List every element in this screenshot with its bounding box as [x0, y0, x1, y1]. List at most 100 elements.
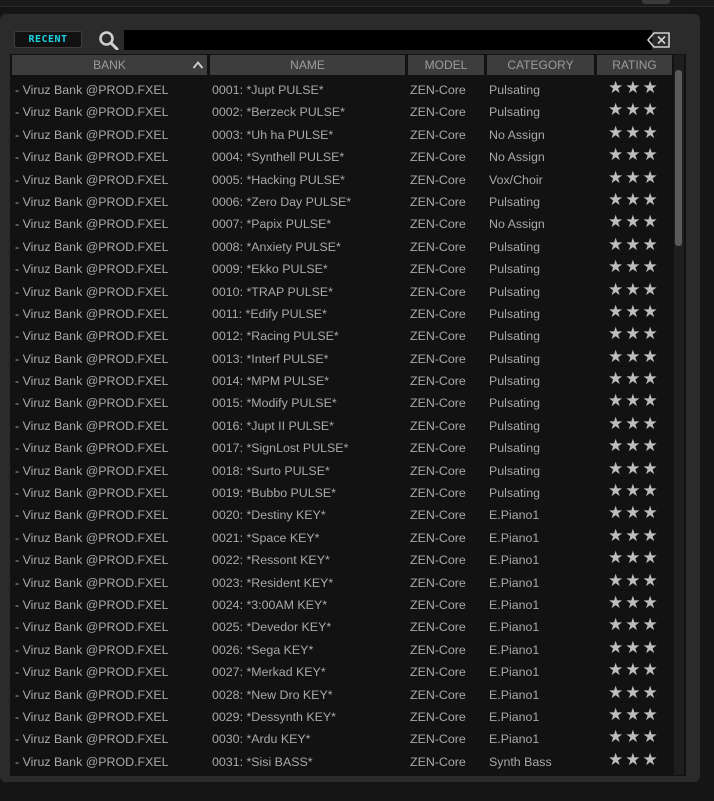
scrollbar-thumb[interactable]: [675, 70, 682, 246]
rating-stars-icon[interactable]: ★★★: [608, 547, 668, 569]
name-cell: 0008: *Anxiety PULSE*: [212, 239, 341, 254]
category-cell: Pulsating: [489, 105, 540, 120]
table-row[interactable]: - Viruz Bank @PROD.FXEL 0003: *Uh ha PULS…: [10, 122, 672, 146]
model-cell: ZEN-Core: [410, 172, 466, 187]
rating-stars-icon[interactable]: ★★★: [608, 413, 668, 435]
search-icon[interactable]: [98, 30, 120, 50]
table-row[interactable]: - Viruz Bank @PROD.FXEL 0014: *MPM PULSE*…: [10, 368, 672, 392]
rating-stars-icon[interactable]: ★★★: [608, 189, 668, 211]
rating-stars-icon[interactable]: ★★★: [608, 682, 668, 704]
table-row[interactable]: - Viruz Bank @PROD.FXEL 0011: *Edify PULS…: [10, 301, 672, 325]
bank-cell: - Viruz Bank @PROD.FXEL: [15, 709, 169, 724]
table-row[interactable]: - Viruz Bank @PROD.FXEL 0019: *Bubbo PULS…: [10, 480, 672, 504]
table-row[interactable]: - Viruz Bank @PROD.FXEL 0004: *Synthell P…: [10, 144, 672, 168]
table-row[interactable]: - Viruz Bank @PROD.FXEL 0017: *SignLost P…: [10, 435, 672, 459]
rating-stars-icon[interactable]: ★★★: [608, 211, 668, 233]
rating-stars-icon[interactable]: ★★★: [608, 323, 668, 345]
table-row[interactable]: - Viruz Bank @PROD.FXEL 0009: *Ekko PULSE…: [10, 256, 672, 280]
rating-stars-icon[interactable]: ★★★: [608, 77, 668, 99]
name-cell: 0025: *Devedor KEY*: [212, 620, 332, 635]
patch-browser-panel: RECENT BANK NAME MODEL CATEGORY RATING -…: [0, 14, 700, 782]
rating-stars-icon[interactable]: ★★★: [608, 749, 668, 771]
bank-cell: - Viruz Bank @PROD.FXEL: [15, 508, 169, 523]
table-row[interactable]: - Viruz Bank @PROD.FXEL 0023: *Resident K…: [10, 570, 672, 594]
table-row[interactable]: - Viruz Bank @PROD.FXEL 0007: *Papix PULS…: [10, 211, 672, 235]
table-row[interactable]: - Viruz Bank @PROD.FXEL 0021: *Space KEY*…: [10, 525, 672, 549]
table-row[interactable]: - Viruz Bank @PROD.FXEL 0028: *New Dro KE…: [10, 682, 672, 706]
rating-stars-icon[interactable]: ★★★: [608, 279, 668, 301]
rating-stars-icon[interactable]: ★★★: [608, 592, 668, 614]
bank-cell: - Viruz Bank @PROD.FXEL: [15, 597, 169, 612]
category-cell: Pulsating: [489, 239, 540, 254]
model-cell: ZEN-Core: [410, 508, 466, 523]
top-corner-handle: [642, 0, 670, 4]
rating-stars-icon[interactable]: ★★★: [608, 458, 668, 480]
model-cell: ZEN-Core: [410, 642, 466, 657]
rating-stars-icon[interactable]: ★★★: [608, 301, 668, 323]
table-row[interactable]: - Viruz Bank @PROD.FXEL 0013: *Interf PUL…: [10, 346, 672, 370]
table-row[interactable]: - Viruz Bank @PROD.FXEL 0026: *Sega KEY* Z…: [10, 637, 672, 661]
rating-stars-icon[interactable]: ★★★: [608, 368, 668, 390]
category-cell: E.Piano1: [489, 508, 540, 523]
backspace-clear-icon[interactable]: [646, 31, 672, 49]
model-cell: ZEN-Core: [410, 150, 466, 165]
rating-stars-icon[interactable]: ★★★: [608, 614, 668, 636]
table-row[interactable]: - Viruz Bank @PROD.FXEL 0001: *Jupt PULSE…: [10, 77, 672, 101]
window-top-bar: [0, 0, 714, 7]
column-header-bank[interactable]: BANK: [12, 55, 207, 75]
category-cell: Pulsating: [489, 329, 540, 344]
table-row[interactable]: - Viruz Bank @PROD.FXEL 0018: *Surto PULS…: [10, 458, 672, 482]
table-row[interactable]: - Viruz Bank @PROD.FXEL 0022: *Ressont KE…: [10, 547, 672, 571]
rating-stars-icon[interactable]: ★★★: [608, 570, 668, 592]
bank-cell: - Viruz Bank @PROD.FXEL: [15, 620, 169, 635]
category-cell: Pulsating: [489, 374, 540, 389]
table-row[interactable]: - Viruz Bank @PROD.FXEL 0020: *Destiny KE…: [10, 502, 672, 526]
rating-stars-icon[interactable]: ★★★: [608, 144, 668, 166]
column-header-name[interactable]: NAME: [210, 55, 405, 75]
name-cell: 0027: *Merkad KEY*: [212, 665, 326, 680]
table-row[interactable]: - Viruz Bank @PROD.FXEL 0008: *Anxiety PU…: [10, 234, 672, 258]
rating-stars-icon[interactable]: ★★★: [608, 234, 668, 256]
table-row[interactable]: - Viruz Bank @PROD.FXEL 0002: *Berzeck PU…: [10, 99, 672, 123]
rating-stars-icon[interactable]: ★★★: [608, 525, 668, 547]
rating-stars-icon[interactable]: ★★★: [608, 637, 668, 659]
rating-stars-icon[interactable]: ★★★: [608, 99, 668, 121]
table-row[interactable]: - Viruz Bank @PROD.FXEL 0005: *Hacking PU…: [10, 167, 672, 191]
name-cell: 0028: *New Dro KEY*: [212, 687, 333, 702]
rating-stars-icon[interactable]: ★★★: [608, 256, 668, 278]
rating-stars-icon[interactable]: ★★★: [608, 502, 668, 524]
column-header-model[interactable]: MODEL: [408, 55, 484, 75]
model-cell: ZEN-Core: [410, 530, 466, 545]
rating-stars-icon[interactable]: ★★★: [608, 346, 668, 368]
rating-stars-icon[interactable]: ★★★: [608, 659, 668, 681]
rating-stars-icon[interactable]: ★★★: [608, 167, 668, 189]
rating-stars-icon[interactable]: ★★★: [608, 122, 668, 144]
model-cell: ZEN-Core: [410, 127, 466, 142]
recent-button[interactable]: RECENT: [14, 31, 82, 48]
table-row[interactable]: - Viruz Bank @PROD.FXEL 0029: *Dessynth K…: [10, 704, 672, 728]
rating-stars-icon[interactable]: ★★★: [608, 435, 668, 457]
table-row[interactable]: - Viruz Bank @PROD.FXEL 0015: *Modify PUL…: [10, 390, 672, 414]
model-cell: ZEN-Core: [410, 597, 466, 612]
rating-stars-icon[interactable]: ★★★: [608, 704, 668, 726]
table-row[interactable]: - Viruz Bank @PROD.FXEL 0016: *Jupt II PU…: [10, 413, 672, 437]
rating-stars-icon[interactable]: ★★★: [608, 480, 668, 502]
category-cell: E.Piano1: [489, 620, 540, 635]
vertical-scrollbar[interactable]: [674, 55, 684, 775]
column-header-category[interactable]: CATEGORY: [487, 55, 594, 75]
column-header-rating[interactable]: RATING: [597, 55, 672, 75]
bank-cell: - Viruz Bank @PROD.FXEL: [15, 172, 169, 187]
table-row[interactable]: - Viruz Bank @PROD.FXEL 0025: *Devedor KE…: [10, 614, 672, 638]
model-cell: ZEN-Core: [410, 709, 466, 724]
table-row[interactable]: - Viruz Bank @PROD.FXEL 0030: *Ardu KEY* Z…: [10, 726, 672, 750]
rating-stars-icon[interactable]: ★★★: [608, 726, 668, 748]
table-row[interactable]: - Viruz Bank @PROD.FXEL 0012: *Racing PUL…: [10, 323, 672, 347]
table-row[interactable]: - Viruz Bank @PROD.FXEL 0024: *3:00AM KEY…: [10, 592, 672, 616]
table-row[interactable]: - Viruz Bank @PROD.FXEL 0031: *Sisi BASS*…: [10, 749, 672, 773]
model-cell: ZEN-Core: [410, 620, 466, 635]
rating-stars-icon[interactable]: ★★★: [608, 390, 668, 412]
table-row[interactable]: - Viruz Bank @PROD.FXEL 0006: *Zero Day P…: [10, 189, 672, 213]
table-row[interactable]: - Viruz Bank @PROD.FXEL 0027: *Merkad KEY…: [10, 659, 672, 683]
search-input[interactable]: [124, 30, 652, 50]
table-row[interactable]: - Viruz Bank @PROD.FXEL 0010: *TRAP PULSE…: [10, 279, 672, 303]
